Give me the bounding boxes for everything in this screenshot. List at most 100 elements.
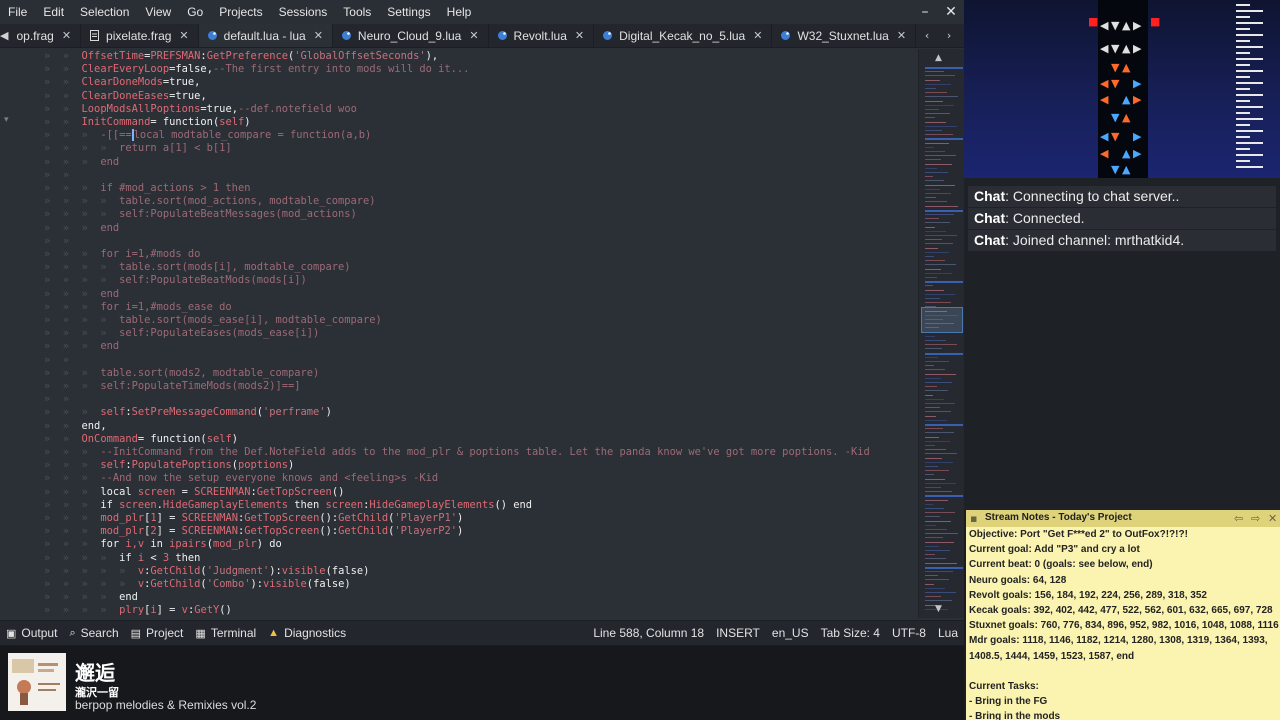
- minimap-line: [925, 281, 963, 284]
- project-label: Project: [146, 626, 184, 640]
- tab-size-indicator[interactable]: Tab Size: 4: [815, 626, 886, 640]
- encoding-indicator[interactable]: UTF-8: [886, 626, 932, 640]
- minimap-scrollbar[interactable]: ▲ ▼: [918, 49, 964, 618]
- language-indicator[interactable]: Lua: [932, 626, 964, 640]
- tab-close-icon[interactable]: ✕: [179, 29, 188, 42]
- code-line: » » InitCommand= function(self): [44, 116, 251, 129]
- indent-guide: » » »: [44, 459, 101, 472]
- code-token: screen: [319, 498, 364, 511]
- chevron-left-icon[interactable]: ‹: [916, 24, 938, 47]
- code-token: GetTopScreen: [256, 485, 332, 498]
- note-arrow-icon: ▶: [1133, 147, 1142, 160]
- locale-indicator[interactable]: en_US: [766, 626, 815, 640]
- output-button[interactable]: ▣ Output: [0, 626, 63, 640]
- scroll-thumb[interactable]: [921, 307, 963, 333]
- scoreboard-line: [1236, 34, 1263, 36]
- scroll-down-icon[interactable]: ▼: [935, 604, 942, 614]
- minimap-line: [925, 516, 940, 518]
- minimize-icon[interactable]: –: [912, 0, 938, 24]
- tab-pixelate-frag[interactable]: pixelate.frag ✕: [81, 24, 199, 47]
- minimap-line: [925, 478, 945, 480]
- code-token: ): [325, 406, 332, 419]
- code-token: local: [100, 485, 132, 498]
- menu-projects[interactable]: Projects: [211, 0, 270, 24]
- tab-close-icon[interactable]: ✕: [314, 29, 323, 42]
- scoreboard-line: [1236, 52, 1250, 54]
- minimap-line: [925, 470, 949, 472]
- chevron-right-icon[interactable]: ›: [938, 24, 960, 47]
- tab-w32-stuxnet-lua[interactable]: W32_Stuxnet.lua ✕: [772, 24, 917, 47]
- indent-guide: » » »: [44, 512, 101, 524]
- menu-tools[interactable]: Tools: [335, 0, 379, 24]
- menu-sessions[interactable]: Sessions: [271, 0, 336, 24]
- close-icon[interactable]: ✕: [938, 0, 964, 24]
- code-line: » » » » » v:GetChild('Combo'):visible(fa…: [44, 578, 351, 591]
- lua-file-icon: [341, 30, 352, 41]
- menu-selection[interactable]: Selection: [72, 0, 137, 24]
- code-editor[interactable]: ▾ » » OffsetTime=PREFSMAN:GetPreference(…: [0, 49, 918, 618]
- tab-close-icon[interactable]: ✕: [62, 29, 71, 42]
- tab-revolt-lua[interactable]: Revolt.lua ✕: [489, 24, 595, 47]
- scoreboard-line: [1236, 100, 1250, 102]
- tab-close-icon[interactable]: ✕: [753, 29, 762, 42]
- track-title: 邂逅: [75, 661, 115, 685]
- scoreboard-line: [1236, 112, 1250, 114]
- indent-guide: » » » » »: [44, 564, 138, 577]
- minimap-line: [925, 344, 957, 346]
- tab-close-icon[interactable]: ✕: [575, 29, 584, 42]
- input-mode[interactable]: INSERT: [710, 626, 766, 640]
- code-token: table.sort(mods[i], modtable_compare): [119, 261, 351, 274]
- minimap-line: [925, 109, 939, 110]
- terminal-button[interactable]: ▦ Terminal: [189, 626, 262, 640]
- tabs: op.frag ✕ pixelate.frag ✕ default.lua - lua ✕…: [8, 24, 917, 47]
- notes-back-icon[interactable]: ⇦: [1234, 510, 1243, 527]
- menu-edit[interactable]: Edit: [35, 0, 72, 24]
- minimap-line: [925, 411, 951, 413]
- menu-view[interactable]: View: [137, 0, 179, 24]
- tab-bar: ◀ op.frag ✕ pixelate.frag ✕ default.lua - lu…: [0, 24, 998, 48]
- minimap-line: [925, 403, 955, 404]
- minimap-line: [925, 508, 944, 509]
- minimap-line: [925, 499, 948, 501]
- notes-forward-icon[interactable]: ⇨: [1251, 510, 1260, 527]
- tab-close-icon[interactable]: ✕: [897, 29, 906, 42]
- project-button[interactable]: ▤ Project: [125, 626, 190, 640]
- search-icon: ⌕: [69, 626, 76, 639]
- tab-digital-kecak-no-5-lua[interactable]: Digital_Kecak_no_5.lua ✕: [594, 24, 773, 47]
- code-token: GetChild: [338, 512, 389, 524]
- menu-help[interactable]: Help: [439, 0, 480, 24]
- notes-grip-icon[interactable]: ▪: [970, 510, 977, 527]
- minimap-line: [925, 461, 953, 463]
- scoreboard-line: [1236, 46, 1263, 48]
- menu-file[interactable]: File: [0, 0, 35, 24]
- minimap-line: [925, 373, 956, 375]
- minimap-line: [925, 230, 946, 232]
- tab-neuro-cloud-9-lua[interactable]: Neuro_Cloud_9.lua ✕: [333, 24, 489, 47]
- minimap-line: [925, 172, 948, 173]
- tab-default-lua-lua[interactable]: default.lua - lua ✕: [198, 24, 333, 47]
- minimap-line: [925, 235, 957, 236]
- diagnostics-button[interactable]: ▲ Diagnostics: [262, 626, 352, 640]
- code-token: =: [137, 432, 151, 445]
- minimap-line: [925, 457, 942, 459]
- note-arrow-icon: ◀: [1100, 42, 1109, 55]
- scroll-up-icon[interactable]: ▲: [935, 53, 942, 63]
- chat-author: Chat: [974, 210, 1006, 226]
- minimap-line: [925, 583, 934, 585]
- tab-op-frag[interactable]: op.frag ✕: [8, 24, 82, 47]
- minimap-line: [925, 545, 939, 547]
- notes-close-icon[interactable]: ✕: [1268, 510, 1277, 527]
- scoreboard-line: [1236, 124, 1250, 126]
- tab-scroll-left-icon[interactable]: ◀: [0, 24, 8, 47]
- menu-settings[interactable]: Settings: [379, 0, 438, 24]
- cursor-position[interactable]: Line 588, Column 18: [587, 626, 710, 640]
- fold-arrow-icon[interactable]: ▾: [4, 115, 9, 125]
- minimap-line: [925, 138, 963, 141]
- menu-go[interactable]: Go: [179, 0, 211, 24]
- code-line: » » ClearEveryLoop=false,--The first ent…: [44, 63, 469, 76]
- code-token: --def.notefield woo: [237, 102, 357, 115]
- code-token: self: [100, 406, 126, 419]
- search-button[interactable]: ⌕ Search: [63, 626, 124, 640]
- tab-close-icon[interactable]: ✕: [469, 29, 478, 42]
- code-line: » » » end: [44, 340, 119, 353]
